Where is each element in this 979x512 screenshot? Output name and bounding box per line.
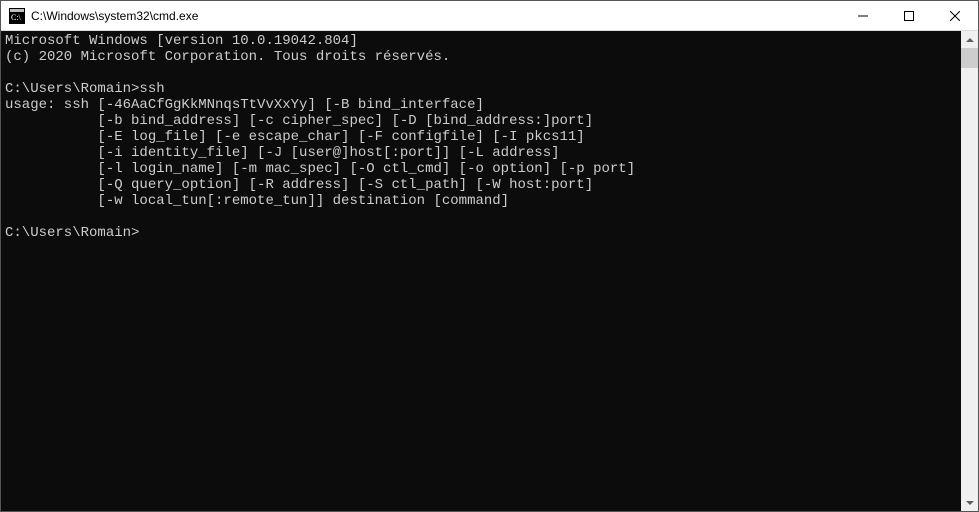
minimize-button[interactable]	[840, 1, 886, 31]
console-output[interactable]: Microsoft Windows [version 10.0.19042.80…	[1, 31, 961, 511]
close-button[interactable]	[932, 1, 978, 31]
svg-text:C:\: C:\	[11, 13, 22, 22]
vertical-scrollbar[interactable]	[961, 31, 978, 511]
scroll-thumb[interactable]	[961, 48, 978, 68]
maximize-button[interactable]	[886, 1, 932, 31]
scroll-down-button[interactable]	[961, 494, 978, 511]
scroll-up-button[interactable]	[961, 31, 978, 48]
console-area: Microsoft Windows [version 10.0.19042.80…	[1, 31, 978, 511]
window-titlebar[interactable]: C:\ C:\Windows\system32\cmd.exe	[1, 1, 978, 31]
cmd-icon: C:\	[9, 8, 25, 24]
window-title: C:\Windows\system32\cmd.exe	[31, 9, 198, 23]
